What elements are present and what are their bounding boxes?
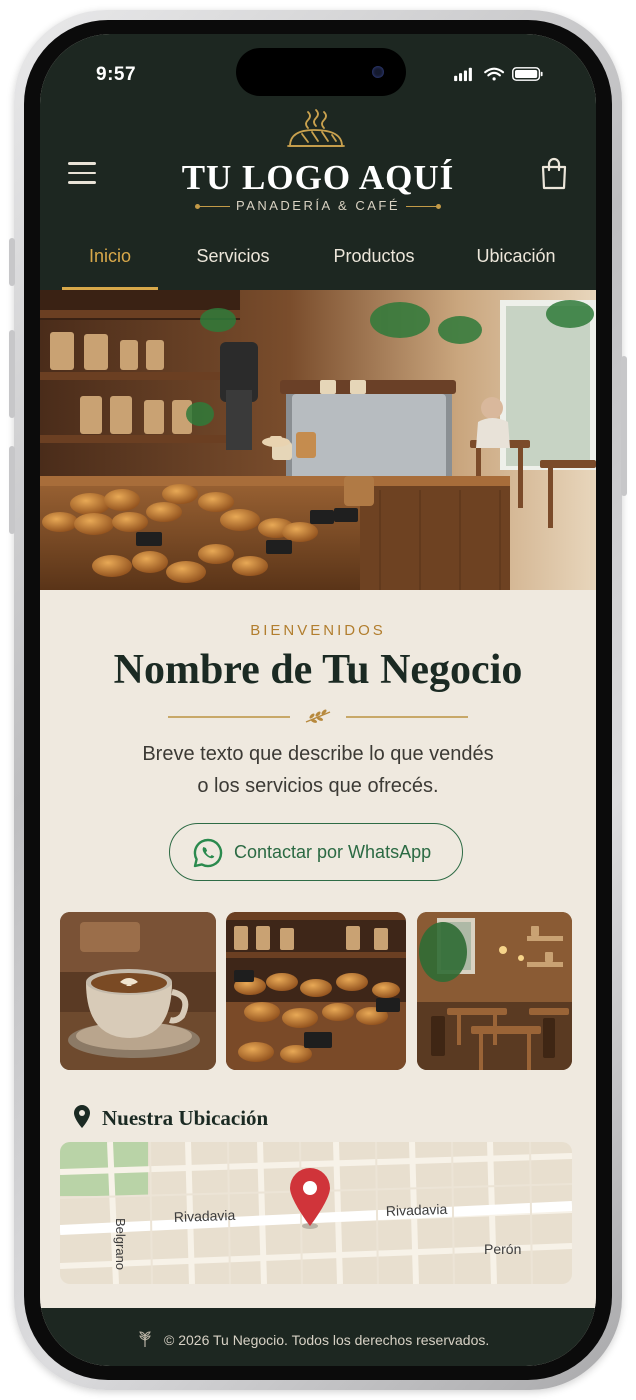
shopping-bag-icon[interactable] (540, 156, 568, 190)
camera-icon (372, 66, 384, 78)
tab-label: Servicios (196, 246, 270, 266)
location-title: Nuestra Ubicación (102, 1106, 269, 1130)
tab-inicio[interactable]: Inicio (62, 246, 158, 290)
location-pin-icon (74, 1105, 90, 1128)
action-button (9, 238, 15, 286)
dynamic-island (236, 48, 406, 96)
wheat-footer-icon (139, 1331, 151, 1347)
thumbnail-pastries[interactable] (226, 912, 406, 1070)
business-description: Breve texto que describe lo que vendés o… (80, 738, 556, 802)
description-line-1: Breve texto que describe lo que vendés (142, 743, 494, 765)
business-title: Nombre de Tu Negocio (113, 647, 523, 693)
logo-text: TU LOGO AQUÍ (181, 158, 455, 197)
bread-logo-icon (287, 109, 345, 147)
tagline-text: PANADERÍA & CAFÉ (235, 198, 400, 213)
tab-productos[interactable]: Productos (318, 246, 430, 290)
footer-copyright: © 2026 Tu Negocio. Todos los derechos re… (164, 1332, 490, 1348)
status-icons (454, 67, 543, 82)
thumbnail-latte[interactable] (60, 912, 216, 1070)
map-graphic: Rivadavia Rivadavia Belgrano Perón (60, 1142, 572, 1284)
map-label-belgrano: Belgrano (113, 1218, 128, 1270)
signal-icon (454, 67, 472, 82)
whatsapp-button-label: Contactar por WhatsApp (234, 842, 432, 862)
title-divider (168, 708, 468, 724)
description-line-2: o los servicios que ofrecés. (197, 775, 439, 797)
app-header: 9:57 TU LOGO AQUÍ PANADERÍA & CAFÉ Inici… (40, 34, 596, 290)
wifi-icon (484, 67, 505, 81)
volume-down-button (9, 446, 15, 534)
welcome-section: BIENVENIDOS Nombre de Tu Negocio Breve t… (40, 590, 596, 1308)
hero-cafe-image (40, 290, 596, 590)
nav-tabs: Inicio Servicios Productos Ubicación (40, 240, 596, 290)
thumbnail-interior[interactable] (417, 912, 572, 1070)
map-label-peron: Perón (484, 1241, 521, 1257)
whatsapp-contact-button[interactable]: Contactar por WhatsApp (169, 823, 463, 881)
whatsapp-icon (193, 838, 223, 868)
tab-servicios[interactable]: Servicios (180, 246, 286, 290)
tab-ubicacion[interactable]: Ubicación (460, 246, 572, 290)
logo-tagline: PANADERÍA & CAFÉ (40, 198, 596, 213)
volume-up-button (9, 330, 15, 418)
screen: 9:57 TU LOGO AQUÍ PANADERÍA & CAFÉ Inici… (40, 34, 596, 1366)
power-button (621, 356, 627, 496)
wheat-icon (305, 709, 331, 723)
footer: © 2026 Tu Negocio. Todos los derechos re… (40, 1308, 596, 1366)
status-time: 9:57 (96, 64, 137, 85)
map-label-rivadavia-2: Rivadavia (386, 1201, 448, 1219)
battery-icon (512, 67, 543, 81)
eyebrow-text: BIENVENIDOS (250, 622, 386, 639)
location-map[interactable]: Rivadavia Rivadavia Belgrano Perón (60, 1142, 572, 1284)
tab-label: Inicio (88, 246, 132, 266)
tab-label: Ubicación (476, 246, 556, 266)
map-label-rivadavia-1: Rivadavia (174, 1207, 236, 1225)
tab-label: Productos (333, 246, 415, 266)
